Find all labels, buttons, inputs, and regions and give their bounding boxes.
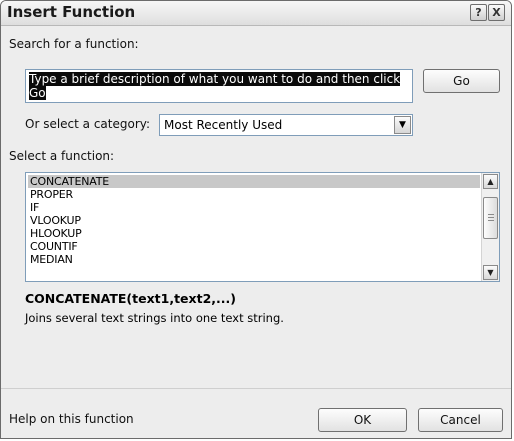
function-description: Joins several text strings into one text… [25,311,284,325]
arrow-up-icon[interactable]: ▲ [483,174,498,189]
function-list-scrollbar[interactable]: ▲ ▼ [481,173,499,281]
help-on-function-link[interactable]: Help on this function [9,412,134,426]
function-list-item[interactable]: IF [28,201,480,214]
help-button[interactable]: ? [470,4,487,21]
search-input-text: Type a brief description of what you wan… [29,72,401,100]
category-select[interactable]: Most Recently Used ▼ [159,114,413,136]
function-signature: CONCATENATE(text1,text2,...) [25,291,236,306]
insert-function-dialog: Insert Function ? X Search for a functio… [0,0,512,439]
title-bar[interactable]: Insert Function ? X [1,1,511,26]
function-list-label: Select a function: [9,149,115,163]
chevron-down-icon[interactable]: ▼ [394,116,411,134]
function-list-items: CONCATENATE PROPER IF VLOOKUP HLOOKUP COUNTIF… [28,175,480,266]
ok-button[interactable]: OK [318,408,407,432]
function-list-item[interactable]: COUNTIF [28,240,480,253]
arrow-down-icon[interactable]: ▼ [483,265,498,280]
search-input[interactable]: Type a brief description of what you wan… [25,69,413,103]
category-selected-value: Most Recently Used [164,118,283,132]
function-list-item[interactable]: PROPER [28,188,480,201]
function-list-item[interactable]: HLOOKUP [28,227,480,240]
dialog-title: Insert Function [7,3,136,21]
function-list-item[interactable]: MEDIAN [28,253,480,266]
go-button[interactable]: Go [423,69,500,93]
cancel-button[interactable]: Cancel [418,408,503,432]
scrollbar-thumb[interactable] [483,197,498,239]
function-list-item[interactable]: CONCATENATE [28,175,480,188]
function-list-item[interactable]: VLOOKUP [28,214,480,227]
footer-divider [1,388,511,389]
search-label: Search for a function: [9,37,139,51]
function-list[interactable]: CONCATENATE PROPER IF VLOOKUP HLOOKUP COUNTIF… [25,172,500,282]
category-label: Or select a category: [25,117,151,131]
close-button[interactable]: X [488,4,505,21]
